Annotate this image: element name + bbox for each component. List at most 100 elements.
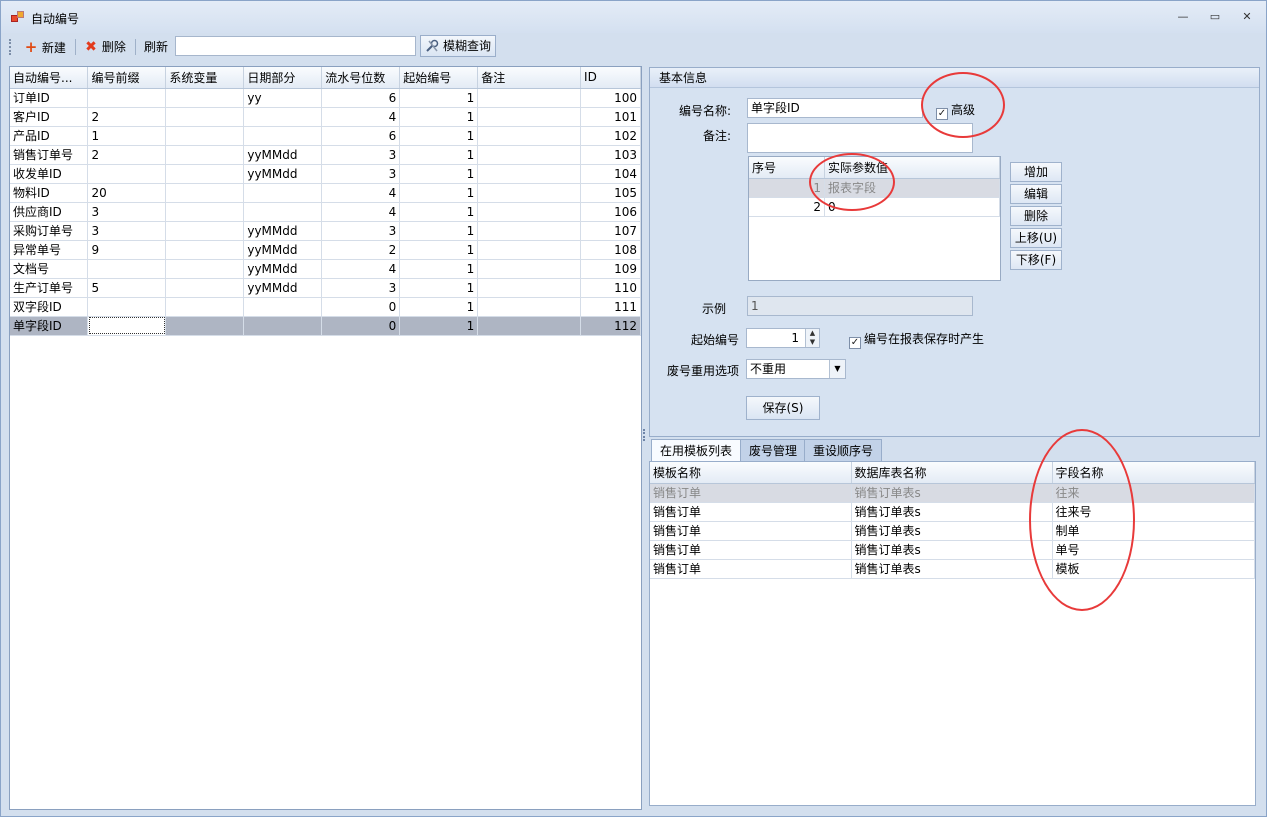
table-cell[interactable]: 6 (321, 88, 401, 108)
table-cell[interactable]: 106 (580, 202, 641, 222)
table-cell[interactable]: 1 (87, 126, 167, 146)
table-cell[interactable]: 2 (321, 240, 401, 260)
table-cell[interactable] (165, 278, 245, 298)
table-cell[interactable] (477, 316, 582, 336)
table-cell[interactable] (477, 145, 582, 165)
table-cell[interactable]: yyMMdd (243, 240, 323, 260)
table-row[interactable]: 销售订单 销售订单表s 制单 (650, 521, 1255, 541)
table-cell[interactable]: 1 (399, 259, 479, 279)
table-cell[interactable]: 采购订单号 (10, 221, 89, 241)
table-cell[interactable]: 4 (321, 259, 401, 279)
table-cell[interactable]: 销售订单表s (851, 540, 1053, 560)
table-row[interactable]: 双字段ID 0 1 111 (10, 297, 641, 317)
param-edit-button[interactable]: 编辑 (1010, 184, 1062, 204)
table-cell[interactable]: 销售订单 (650, 521, 852, 541)
table-cell[interactable]: 异常单号 (10, 240, 89, 260)
table-cell[interactable] (477, 297, 582, 317)
table-cell[interactable]: 销售订单表s (851, 502, 1053, 522)
template-grid[interactable]: 模板名称 数据库表名称 字段名称 销售订单 销售订单表s 往来 销售订单 销售订单表s 往来号… (649, 461, 1256, 806)
table-cell[interactable] (165, 183, 245, 203)
table-cell[interactable] (243, 316, 323, 336)
param-cell[interactable]: 0 (824, 197, 1000, 217)
param-cell[interactable]: 2 (749, 197, 826, 217)
table-cell[interactable] (165, 126, 245, 146)
column-header[interactable]: 字段名称 (1052, 462, 1255, 484)
table-cell[interactable]: 销售订单表s (851, 521, 1053, 541)
table-cell[interactable] (165, 88, 245, 108)
table-cell[interactable]: 2 (87, 107, 167, 127)
param-move-down-button[interactable]: 下移(F) (1010, 250, 1062, 270)
remark-field[interactable] (747, 123, 973, 153)
table-cell[interactable]: 1 (399, 221, 479, 241)
table-cell[interactable]: 销售订单 (650, 483, 852, 503)
delete-button[interactable]: ✖ 删除 (81, 37, 129, 57)
column-header[interactable]: 系统变量 (165, 67, 245, 89)
table-cell[interactable]: 1 (399, 297, 479, 317)
save-button[interactable]: 保存(S) (746, 396, 820, 420)
param-move-up-button[interactable]: 上移(U) (1010, 228, 1062, 248)
table-cell[interactable]: 107 (580, 221, 641, 241)
param-row[interactable]: 1 报表字段 (749, 178, 1000, 198)
table-cell[interactable]: 销售订单 (650, 559, 852, 579)
table-cell[interactable]: 制单 (1052, 521, 1255, 541)
start-number-spinner[interactable]: 1 ▲ ▼ (746, 328, 820, 348)
table-cell[interactable] (165, 221, 245, 241)
param-cell[interactable]: 报表字段 (824, 178, 1000, 198)
table-row[interactable]: 采购订单号 3 yyMMdd 3 1 107 (10, 221, 641, 241)
table-cell[interactable]: 双字段ID (10, 297, 89, 317)
table-row[interactable]: 销售订单 销售订单表s 往来 (650, 483, 1255, 503)
column-header[interactable]: 数据库表名称 (851, 462, 1053, 484)
table-cell[interactable]: 订单ID (10, 88, 89, 108)
table-cell[interactable]: 文档号 (10, 259, 89, 279)
table-cell[interactable]: 3 (321, 221, 401, 241)
table-row[interactable]: 销售订单 销售订单表s 往来号 (650, 502, 1255, 522)
table-cell[interactable]: 1 (399, 202, 479, 222)
table-cell[interactable]: 1 (399, 107, 479, 127)
table-cell[interactable]: yyMMdd (243, 221, 323, 241)
table-cell[interactable] (87, 88, 167, 108)
table-cell[interactable] (477, 88, 582, 108)
table-cell[interactable]: 1 (399, 164, 479, 184)
table-cell[interactable]: 模板 (1052, 559, 1255, 579)
table-cell[interactable]: 3 (321, 145, 401, 165)
restore-button[interactable]: ▭ (1205, 9, 1225, 25)
table-cell[interactable] (477, 221, 582, 241)
table-cell[interactable]: 单字段ID (10, 316, 89, 336)
table-cell[interactable] (87, 316, 167, 336)
new-button[interactable]: + 新建 (21, 37, 69, 57)
table-cell[interactable]: 109 (580, 259, 641, 279)
minimize-button[interactable]: — (1173, 9, 1193, 25)
table-cell[interactable] (477, 107, 582, 127)
table-cell[interactable]: 1 (399, 278, 479, 298)
table-cell[interactable]: yyMMdd (243, 164, 323, 184)
table-cell[interactable] (243, 126, 323, 146)
table-row[interactable]: 文档号 yyMMdd 4 1 109 (10, 259, 641, 279)
table-cell[interactable] (165, 202, 245, 222)
table-cell[interactable]: 生产订单号 (10, 278, 89, 298)
table-cell[interactable]: 101 (580, 107, 641, 127)
table-row[interactable]: 供应商ID 3 4 1 106 (10, 202, 641, 222)
table-cell[interactable] (87, 164, 167, 184)
table-cell[interactable]: 110 (580, 278, 641, 298)
table-cell[interactable]: 单号 (1052, 540, 1255, 560)
table-cell[interactable]: 客户ID (10, 107, 89, 127)
table-cell[interactable]: 0 (321, 297, 401, 317)
column-header[interactable]: ID (580, 67, 641, 89)
column-header[interactable]: 自动编号... (10, 67, 89, 89)
table-cell[interactable]: 105 (580, 183, 641, 203)
table-cell[interactable]: 销售订单表s (851, 483, 1053, 503)
table-cell[interactable]: 1 (399, 126, 479, 146)
param-column-header[interactable]: 实际参数值 (824, 157, 1000, 179)
table-cell[interactable]: yyMMdd (243, 259, 323, 279)
table-cell[interactable]: 0 (321, 316, 401, 336)
table-row[interactable]: 异常单号 9 yyMMdd 2 1 108 (10, 240, 641, 260)
reuse-select[interactable]: 不重用 ▼ (746, 359, 846, 379)
param-column-header[interactable]: 序号 (749, 157, 826, 179)
table-cell[interactable] (243, 107, 323, 127)
table-cell[interactable]: 4 (321, 183, 401, 203)
generate-on-save-checkbox[interactable]: ✓ 编号在报表保存时产生 (849, 330, 984, 349)
column-header[interactable]: 流水号位数 (321, 67, 401, 89)
table-row[interactable]: 客户ID 2 4 1 101 (10, 107, 641, 127)
param-row[interactable]: 20 (749, 197, 1000, 217)
table-row[interactable]: 物料ID 20 4 1 105 (10, 183, 641, 203)
